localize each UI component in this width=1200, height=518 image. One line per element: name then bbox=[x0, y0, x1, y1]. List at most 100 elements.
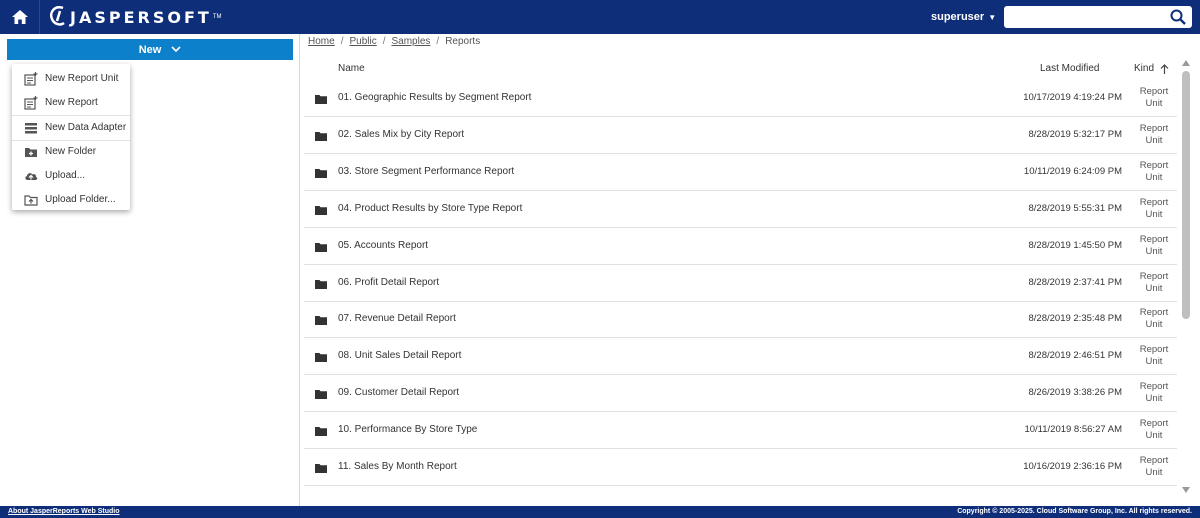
folder-icon bbox=[315, 131, 327, 141]
breadcrumb-home[interactable]: Home bbox=[308, 36, 335, 47]
search-icon[interactable] bbox=[1170, 9, 1186, 25]
logo-swoosh-icon bbox=[50, 6, 65, 26]
logo-text: JASPERSOFT bbox=[70, 7, 212, 27]
breadcrumb-separator: / bbox=[340, 36, 344, 47]
report-name[interactable]: 04. Product Results by Store Type Report bbox=[338, 203, 522, 214]
last-modified: 8/28/2019 5:32:17 PM bbox=[1028, 128, 1123, 140]
scroll-up-arrow-icon[interactable] bbox=[1181, 59, 1191, 67]
table-row[interactable]: 04. Product Results by Store Type Report… bbox=[304, 191, 1177, 228]
menu-item-label: New Folder bbox=[45, 146, 97, 157]
copyright-text: Copyright © 2005-2025. Cloud Software Gr… bbox=[957, 508, 1192, 515]
top-bar: JASPERSOFT TM superuser ▼ bbox=[0, 0, 1200, 34]
report-name[interactable]: 06. Profit Detail Report bbox=[338, 277, 439, 288]
report-kind: Report Unit bbox=[1139, 381, 1169, 405]
table-row[interactable]: 06. Profit Detail Report 8/28/2019 2:37:4… bbox=[304, 265, 1177, 302]
last-modified: 10/16/2019 2:36:16 PM bbox=[1023, 461, 1122, 472]
column-header-name[interactable]: Name bbox=[338, 63, 365, 74]
search-input[interactable] bbox=[1008, 8, 1168, 26]
folder-icon bbox=[315, 205, 327, 215]
caret-down-icon: ▼ bbox=[988, 12, 997, 22]
column-header-kind[interactable]: Kind bbox=[1134, 63, 1169, 74]
table-row[interactable]: 07. Revenue Detail Report 8/28/2019 2:35:… bbox=[304, 301, 1177, 339]
menu-item-new-data-adapter[interactable]: New Data Adapter bbox=[12, 117, 130, 139]
menu-item-new-folder[interactable]: New Folder bbox=[12, 141, 130, 163]
left-pane: New New Report Unit New Report New Data … bbox=[0, 34, 300, 506]
report-name[interactable]: 09. Customer Detail Report bbox=[338, 387, 459, 398]
menu-divider bbox=[12, 115, 130, 116]
report-kind: Report Unit bbox=[1139, 196, 1169, 220]
home-icon bbox=[11, 10, 28, 24]
report-name[interactable]: 07. Revenue Detail Report bbox=[338, 313, 456, 324]
table-row[interactable]: 01. Geographic Results by Segment Report… bbox=[304, 80, 1177, 117]
footer: About JasperReports Web Studio Copyright… bbox=[0, 506, 1200, 518]
report-kind: Report Unit bbox=[1139, 418, 1169, 442]
report-kind: Report Unit bbox=[1139, 122, 1169, 146]
new-button-label: New bbox=[138, 43, 162, 56]
report-name[interactable]: 02. Sales Mix by City Report bbox=[338, 129, 464, 140]
folder-icon bbox=[315, 95, 327, 104]
breadcrumb: Home / Public / Samples / Reports bbox=[308, 36, 480, 47]
column-header-last-modified[interactable]: Last Modified bbox=[1040, 63, 1099, 74]
last-modified: 10/11/2019 6:24:09 PM bbox=[1023, 165, 1122, 177]
report-list: 01. Geographic Results by Segment Report… bbox=[301, 80, 1179, 490]
menu-item-label: New Data Adapter bbox=[45, 122, 127, 133]
menu-item-label: Upload Folder... bbox=[45, 194, 116, 205]
last-modified: 8/28/2019 2:46:51 PM bbox=[1028, 350, 1123, 362]
breadcrumb-separator: / bbox=[382, 36, 386, 47]
menu-item-label: New Report bbox=[45, 97, 98, 108]
breadcrumb-public[interactable]: Public bbox=[349, 36, 376, 47]
menu-item-upload-folder[interactable]: Upload Folder... bbox=[12, 189, 130, 211]
vertical-scrollbar-thumb[interactable] bbox=[1182, 71, 1190, 319]
menu-item-upload[interactable]: Upload... bbox=[12, 165, 130, 187]
report-name[interactable]: 03. Store Segment Performance Report bbox=[338, 166, 514, 177]
table-row[interactable]: 09. Customer Detail Report 8/26/2019 3:38… bbox=[304, 375, 1177, 413]
report-name[interactable]: 10. Performance By Store Type bbox=[338, 424, 477, 435]
menu-item-label: New Report Unit bbox=[45, 73, 119, 84]
folder-icon bbox=[315, 316, 327, 326]
report-kind: Report Unit bbox=[1139, 455, 1169, 478]
table-row[interactable]: 08. Unit Sales Detail Report 8/28/2019 2:… bbox=[304, 338, 1177, 376]
breadcrumb-samples[interactable]: Samples bbox=[392, 36, 431, 47]
report-name[interactable]: 11. Sales By Month Report bbox=[338, 461, 457, 472]
report-kind: Report Unit bbox=[1139, 159, 1169, 183]
jaspersoft-logo[interactable]: JASPERSOFT TM bbox=[48, 6, 221, 28]
home-button[interactable] bbox=[0, 0, 40, 34]
report-name[interactable]: 08. Unit Sales Detail Report bbox=[338, 350, 461, 361]
report-kind: Report Unit bbox=[1139, 270, 1169, 294]
report-kind: Report Unit bbox=[1139, 86, 1169, 109]
folder-icon bbox=[315, 168, 327, 178]
last-modified: 8/28/2019 2:37:41 PM bbox=[1028, 276, 1123, 288]
new-folder-icon bbox=[25, 148, 37, 157]
menu-item-new-report-unit[interactable]: New Report Unit bbox=[12, 68, 130, 90]
last-modified: 8/28/2019 2:35:48 PM bbox=[1028, 313, 1123, 325]
last-modified: 8/26/2019 3:38:26 PM bbox=[1028, 387, 1123, 399]
report-name[interactable]: 05. Accounts Report bbox=[338, 240, 428, 251]
scroll-down-arrow-icon[interactable] bbox=[1181, 486, 1191, 494]
new-button[interactable]: New bbox=[7, 39, 293, 60]
column-header-kind-label: Kind bbox=[1134, 63, 1155, 74]
table-row[interactable]: 03. Store Segment Performance Report 10/1… bbox=[304, 154, 1177, 191]
folder-icon bbox=[315, 390, 327, 400]
report-kind: Report Unit bbox=[1139, 344, 1169, 368]
folder-icon bbox=[315, 427, 327, 437]
last-modified: 10/11/2019 8:56:27 AM bbox=[1024, 424, 1122, 436]
logo-trademark: TM bbox=[212, 14, 222, 20]
table-row[interactable]: 10. Performance By Store Type 10/11/2019 … bbox=[304, 412, 1177, 450]
user-menu[interactable]: superuser ▼ bbox=[931, 0, 996, 34]
data-adapter-icon bbox=[25, 123, 37, 134]
table-row[interactable]: 02. Sales Mix by City Report 8/28/2019 5:… bbox=[304, 117, 1177, 154]
menu-item-new-report[interactable]: New Report bbox=[12, 92, 130, 114]
table-row[interactable]: 05. Accounts Report 8/28/2019 1:45:50 PM R… bbox=[304, 228, 1177, 265]
last-modified: 8/28/2019 5:55:31 PM bbox=[1028, 202, 1123, 214]
table-row[interactable]: 11. Sales By Month Report 10/16/2019 2:36… bbox=[304, 449, 1177, 486]
folder-icon bbox=[315, 279, 327, 289]
breadcrumb-current: Reports bbox=[445, 36, 481, 47]
menu-item-label: Upload... bbox=[45, 170, 86, 181]
folder-icon bbox=[315, 464, 327, 473]
chevron-down-icon bbox=[171, 46, 181, 53]
report-name[interactable]: 01. Geographic Results by Segment Report bbox=[338, 92, 531, 103]
new-report-icon bbox=[24, 96, 38, 110]
upload-cloud-icon bbox=[25, 173, 38, 180]
upload-folder-icon bbox=[24, 195, 38, 206]
about-link[interactable]: About JasperReports Web Studio bbox=[8, 508, 120, 515]
